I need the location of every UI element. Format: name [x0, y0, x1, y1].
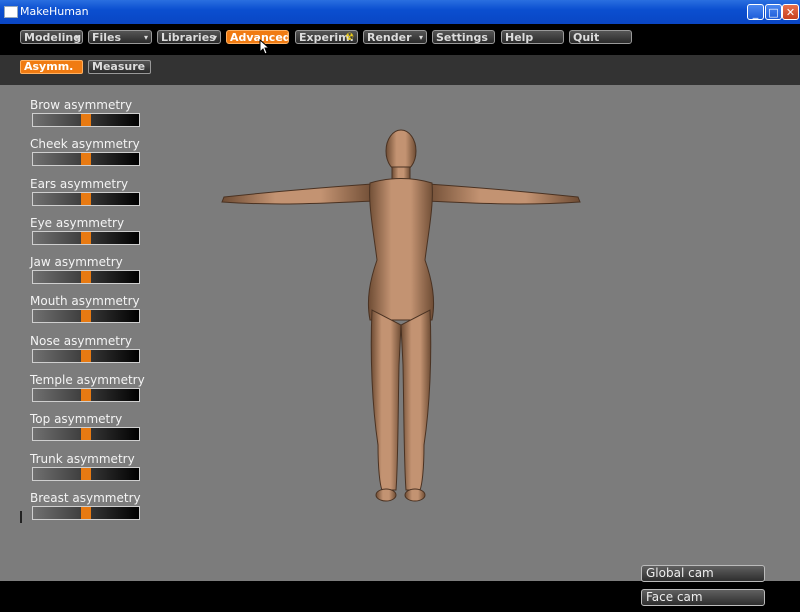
- slider-trunk-asymmetry: Trunk asymmetry: [30, 451, 142, 481]
- slider-track[interactable]: [32, 231, 140, 245]
- slider-label: Temple asymmetry: [30, 373, 145, 387]
- slider-track[interactable]: [32, 467, 140, 481]
- window-titlebar[interactable]: MakeHuman _ □ ✕: [0, 0, 800, 24]
- menu-experimental[interactable]: Experim. ☢: [295, 30, 358, 44]
- slider-label: Jaw asymmetry: [30, 255, 123, 269]
- slider-handle[interactable]: [81, 271, 91, 283]
- menu-label: Settings: [436, 31, 488, 44]
- slider-track[interactable]: [32, 388, 140, 402]
- slider-jaw-asymmetry: Jaw asymmetry: [30, 254, 142, 284]
- slider-handle[interactable]: [81, 428, 91, 440]
- slider-label: Nose asymmetry: [30, 334, 132, 348]
- menu-label: Libraries: [161, 31, 216, 44]
- slider-mouth-asymmetry: Mouth asymmetry: [30, 293, 142, 323]
- slider-label: Top asymmetry: [30, 412, 123, 426]
- slider-eye-asymmetry: Eye asymmetry: [30, 215, 142, 245]
- menu-libraries[interactable]: Libraries ▾: [157, 30, 221, 44]
- slider-handle[interactable]: [81, 193, 91, 205]
- slider-label: Eye asymmetry: [30, 216, 125, 230]
- slider-track[interactable]: [32, 192, 140, 206]
- slider-temple-asymmetry: Temple asymmetry: [30, 372, 145, 402]
- slider-nose-asymmetry: Nose asymmetry: [30, 333, 142, 363]
- maximize-button[interactable]: □: [765, 4, 782, 20]
- menu-label: Files: [92, 31, 122, 44]
- tab-asymm[interactable]: Asymm.: [20, 60, 83, 74]
- menu-label: Help: [505, 31, 534, 44]
- slider-track[interactable]: [32, 270, 140, 284]
- slider-track[interactable]: [32, 309, 140, 323]
- menu-advanced[interactable]: Advanced: [226, 30, 289, 44]
- slider-brow-asymmetry: Brow asymmetry: [30, 97, 142, 127]
- slider-track[interactable]: [32, 113, 140, 127]
- slider-ears-asymmetry: Ears asymmetry: [30, 176, 142, 206]
- slider-cheek-asymmetry: Cheek asymmetry: [30, 136, 142, 166]
- close-button[interactable]: ✕: [782, 4, 799, 20]
- face-cam-button[interactable]: Face cam: [641, 589, 765, 606]
- slider-track[interactable]: [32, 506, 140, 520]
- menu-label: Quit: [573, 31, 600, 44]
- mouse-pointer-icon: [259, 39, 271, 55]
- menu-label: Modeling: [24, 31, 82, 44]
- menu-quit[interactable]: Quit: [569, 30, 632, 44]
- menu-label: Render: [367, 31, 412, 44]
- slider-label: Ears asymmetry: [30, 177, 129, 191]
- menu-files[interactable]: Files ▾: [88, 30, 152, 44]
- slider-track[interactable]: [32, 427, 140, 441]
- slider-label: Mouth asymmetry: [30, 294, 140, 308]
- slider-handle[interactable]: [81, 232, 91, 244]
- slider-handle[interactable]: [81, 310, 91, 322]
- slider-handle[interactable]: [81, 153, 91, 165]
- window-title: MakeHuman: [20, 5, 89, 18]
- slider-label: Trunk asymmetry: [30, 452, 135, 466]
- chevron-down-icon: ▾: [74, 33, 79, 42]
- minimize-button[interactable]: _: [747, 4, 764, 20]
- slider-handle[interactable]: [81, 350, 91, 362]
- menu-help[interactable]: Help: [501, 30, 564, 44]
- slider-track[interactable]: [32, 349, 140, 363]
- slider-label: Brow asymmetry: [30, 98, 133, 112]
- chevron-down-icon: ▾: [143, 33, 148, 42]
- slider-handle[interactable]: [81, 468, 91, 480]
- radiation-icon: ☢: [345, 32, 354, 43]
- slider-breast-asymmetry: Breast asymmetry: [30, 490, 142, 520]
- text-cursor: [20, 511, 22, 523]
- slider-track[interactable]: [32, 152, 140, 166]
- tab-measure[interactable]: Measure: [88, 60, 151, 74]
- slider-label: Cheek asymmetry: [30, 137, 140, 151]
- menu-modeling[interactable]: Modeling ▾: [20, 30, 83, 44]
- chevron-down-icon: ▾: [212, 33, 217, 42]
- slider-handle[interactable]: [81, 114, 91, 126]
- global-cam-button[interactable]: Global cam: [641, 565, 765, 582]
- chevron-down-icon: ▾: [418, 33, 423, 42]
- slider-top-asymmetry: Top asymmetry: [30, 411, 142, 441]
- menu-render[interactable]: Render ▾: [363, 30, 427, 44]
- menu-settings[interactable]: Settings: [432, 30, 495, 44]
- slider-handle[interactable]: [81, 507, 91, 519]
- app-icon: [4, 6, 18, 18]
- slider-label: Breast asymmetry: [30, 491, 141, 505]
- slider-handle[interactable]: [81, 389, 91, 401]
